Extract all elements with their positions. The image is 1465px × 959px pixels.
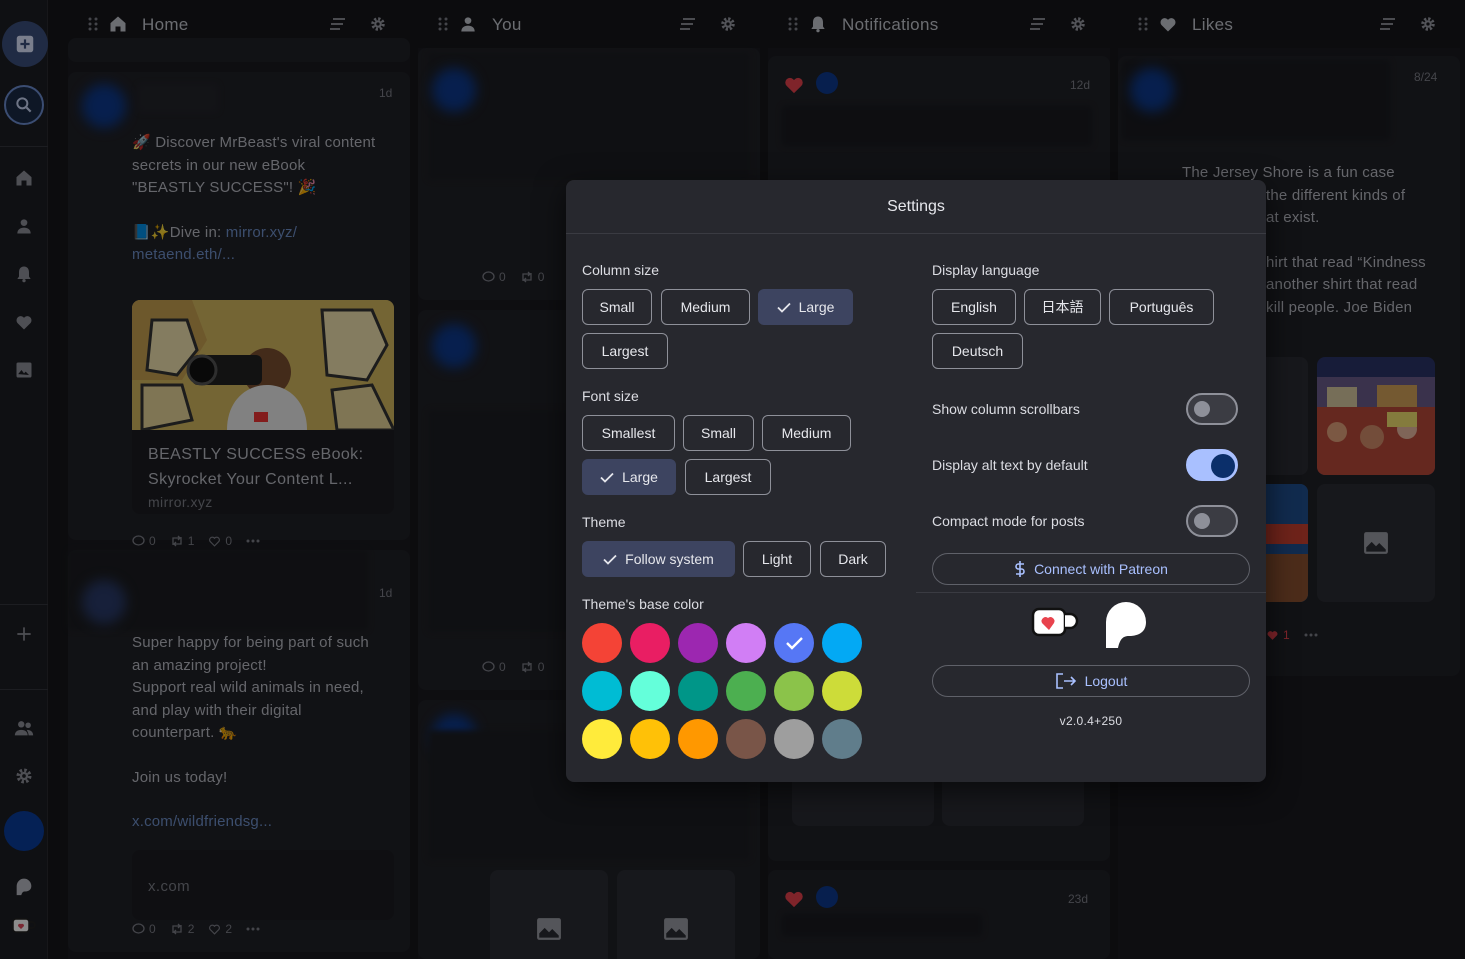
logout-button[interactable]: Logout — [932, 665, 1250, 697]
theme-dark-button[interactable]: Dark — [820, 541, 886, 577]
color-swatch[interactable] — [582, 671, 622, 711]
chip-label: Deutsch — [951, 343, 1004, 359]
chip-label: Follow system — [625, 551, 714, 567]
color-swatch[interactable] — [774, 671, 814, 711]
check-icon — [786, 637, 803, 650]
color-swatch[interactable] — [822, 671, 862, 711]
logout-icon — [1055, 673, 1076, 689]
chip-label: Large — [798, 299, 835, 315]
language-english-button[interactable]: English — [932, 289, 1016, 325]
column-size-medium-button[interactable]: Medium — [661, 289, 750, 325]
color-swatch[interactable] — [822, 719, 862, 759]
color-swatch[interactable] — [678, 671, 718, 711]
column-size-small-button[interactable]: Small — [582, 289, 652, 325]
toggle-label: Display alt text by default — [932, 457, 1088, 473]
toggle-knob — [1211, 454, 1235, 478]
toggle-knob — [1194, 513, 1210, 529]
toggle-knob — [1194, 401, 1210, 417]
language-japanese-button[interactable]: 日本語 — [1024, 289, 1101, 325]
color-swatch[interactable] — [582, 719, 622, 759]
color-swatch[interactable] — [726, 623, 766, 663]
check-icon — [600, 472, 614, 483]
theme-follow-system-button[interactable]: Follow system — [582, 541, 735, 577]
chip-label: Largest — [704, 469, 752, 485]
check-icon — [776, 302, 791, 313]
show-scrollbars-toggle[interactable] — [1186, 393, 1238, 425]
font-size-medium-button[interactable]: Medium — [762, 415, 851, 451]
font-size-large-button[interactable]: Large — [582, 459, 676, 495]
button-label: Logout — [1084, 673, 1128, 689]
color-swatch[interactable] — [678, 719, 718, 759]
color-swatch[interactable] — [630, 623, 670, 663]
kofi-icon[interactable] — [1030, 605, 1080, 641]
chip-label: Small — [599, 299, 635, 315]
display-language-label: Display language — [932, 262, 1040, 278]
font-size-largest-button[interactable]: Largest — [685, 459, 771, 495]
color-swatch[interactable] — [822, 623, 862, 663]
check-icon — [603, 554, 617, 565]
language-portuguese-button[interactable]: Português — [1109, 289, 1214, 325]
color-swatch[interactable] — [726, 671, 766, 711]
color-swatch[interactable] — [630, 719, 670, 759]
color-swatch[interactable] — [678, 623, 718, 663]
compact-mode-toggle[interactable] — [1186, 505, 1238, 537]
button-label: Connect with Patreon — [1034, 561, 1168, 577]
column-size-label: Column size — [582, 262, 660, 278]
alt-text-toggle[interactable] — [1186, 449, 1238, 481]
color-swatch[interactable] — [726, 719, 766, 759]
settings-dialog: Settings Column size Small Medium Large … — [566, 180, 1266, 782]
color-swatch[interactable] — [774, 719, 814, 759]
connect-patreon-button[interactable]: Connect with Patreon — [932, 553, 1250, 585]
chip-label: English — [951, 299, 997, 315]
patreon-icon[interactable] — [1102, 600, 1150, 650]
chip-label: 日本語 — [1041, 299, 1084, 315]
chip-label: Large — [622, 469, 658, 485]
column-size-large-button[interactable]: Large — [758, 289, 853, 325]
column-size-largest-button[interactable]: Largest — [582, 333, 668, 369]
theme-light-button[interactable]: Light — [743, 541, 811, 577]
color-swatch[interactable] — [774, 623, 814, 663]
chip-label: Dark — [838, 551, 868, 567]
divider — [916, 592, 1266, 593]
font-size-small-button[interactable]: Small — [683, 415, 754, 451]
chip-label: Português — [1129, 299, 1194, 315]
base-color-label: Theme's base color — [582, 596, 704, 612]
dollar-icon — [1015, 561, 1025, 577]
chip-label: Medium — [781, 425, 832, 441]
color-swatch[interactable] — [630, 671, 670, 711]
toggle-label: Show column scrollbars — [932, 401, 1080, 417]
font-size-smallest-button[interactable]: Smallest — [582, 415, 675, 451]
chip-label: Smallest — [601, 425, 656, 441]
chip-label: Light — [761, 551, 793, 567]
language-german-button[interactable]: Deutsch — [932, 333, 1023, 369]
font-size-label: Font size — [582, 388, 639, 404]
dialog-title: Settings — [566, 180, 1266, 234]
chip-label: Medium — [680, 299, 731, 315]
theme-label: Theme — [582, 514, 626, 530]
chip-label: Largest — [601, 343, 649, 359]
app-version: v2.0.4+250 — [1059, 714, 1123, 728]
color-swatch[interactable] — [582, 623, 622, 663]
toggle-label: Compact mode for posts — [932, 513, 1085, 529]
chip-label: Small — [700, 425, 736, 441]
